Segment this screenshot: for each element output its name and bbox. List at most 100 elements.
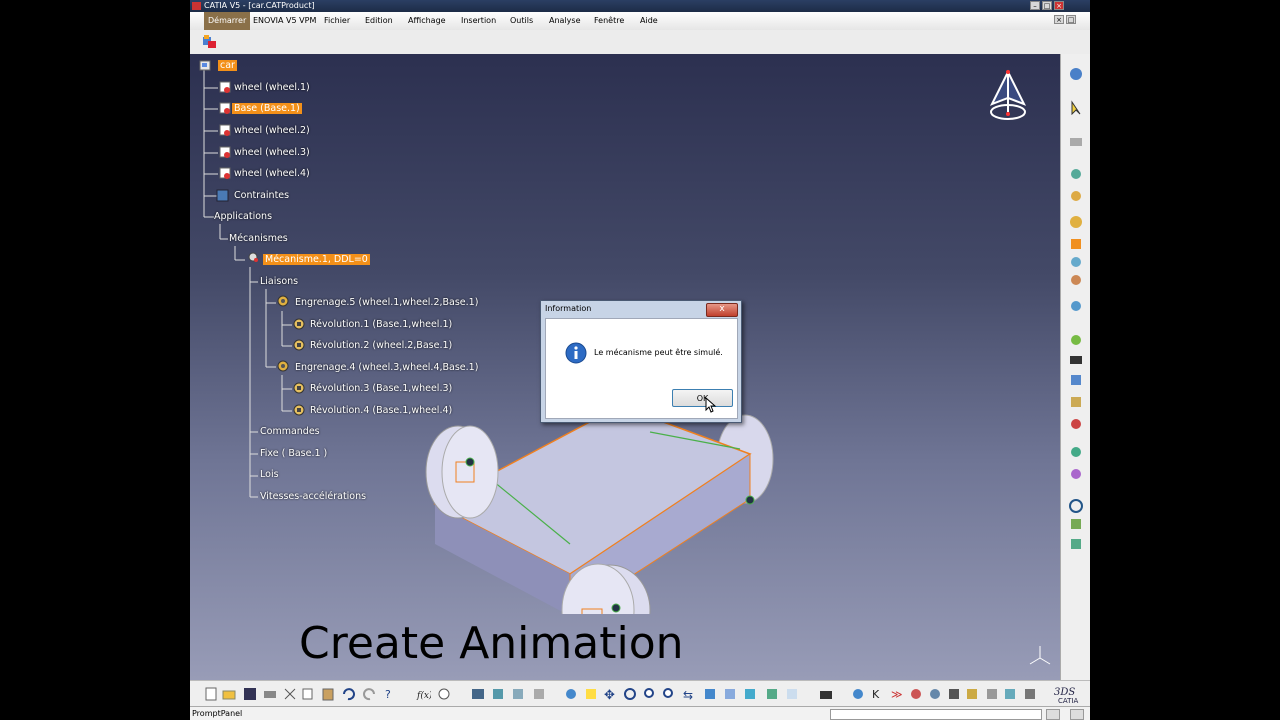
hide-show-icon[interactable] (742, 686, 757, 701)
menu-enovia[interactable]: ENOVIA V5 VPM (253, 12, 316, 30)
tool-icon[interactable] (1068, 166, 1084, 181)
tool-icon[interactable] (784, 686, 799, 701)
tree-item-wheel4[interactable]: wheel (wheel.4) (234, 168, 310, 179)
tool-icon[interactable] (1068, 254, 1084, 269)
constraints-icon (216, 189, 229, 202)
menu-edition[interactable]: Edition (365, 12, 393, 30)
print-icon[interactable] (262, 686, 277, 701)
tool-icon[interactable] (1068, 298, 1084, 313)
tree-item-speeds[interactable]: Vitesses-accélérations (260, 491, 366, 502)
tree-item-applications[interactable]: Applications (214, 211, 272, 222)
tree-item-fixed[interactable]: Fixe ( Base.1 ) (260, 448, 327, 459)
zoom-in-icon[interactable] (642, 686, 657, 701)
fly-icon[interactable] (563, 686, 578, 701)
menu-affichage[interactable]: Affichage (408, 12, 446, 30)
doc-restore-icon[interactable]: □ (1066, 15, 1076, 24)
view-icon[interactable] (722, 686, 737, 701)
swap-icon[interactable] (764, 686, 779, 701)
command-input[interactable] (830, 709, 1042, 720)
view-icon[interactable] (702, 686, 717, 701)
workbench-icon[interactable] (201, 34, 219, 50)
open-folder-icon[interactable] (221, 686, 236, 701)
tool-icon[interactable] (946, 686, 961, 701)
anchor-icon[interactable] (1068, 236, 1084, 251)
menu-analyse[interactable]: Analyse (549, 12, 581, 30)
manipulate-icon[interactable] (850, 686, 865, 701)
tool-icon[interactable] (927, 686, 942, 701)
simulation-icon[interactable] (1068, 352, 1084, 367)
undo-icon[interactable] (340, 686, 355, 701)
minimize-icon[interactable]: – (1030, 1, 1040, 10)
select-arrow-icon[interactable] (1068, 100, 1084, 115)
tree-item-commands[interactable]: Commandes (260, 426, 320, 437)
tool-icon[interactable] (1068, 444, 1084, 459)
zoom-out-icon[interactable] (661, 686, 676, 701)
maximize-icon[interactable]: □ (1042, 1, 1052, 10)
tree-item-wheel3[interactable]: wheel (wheel.3) (234, 147, 310, 158)
doc-close-icon[interactable]: × (1054, 15, 1064, 24)
tool-icon[interactable] (1068, 272, 1084, 287)
tree-item-rev1[interactable]: Révolution.1 (Base.1,wheel.1) (310, 319, 452, 330)
tree-item-rev2[interactable]: Révolution.2 (wheel.2,Base.1) (310, 340, 452, 351)
tree-item-wheel2[interactable]: wheel (wheel.2) (234, 125, 310, 136)
formula-icon[interactable]: f(x) (416, 686, 431, 701)
tool-icon[interactable] (1068, 332, 1084, 347)
tree-item-base[interactable]: Base (Base.1) (232, 103, 302, 114)
status-button[interactable] (1046, 709, 1060, 720)
compass-icon[interactable] (986, 66, 1028, 126)
mechanism-icon[interactable] (1068, 66, 1084, 81)
tree-item-mechanism1[interactable]: Mécanisme.1, DDL=0 (263, 254, 370, 265)
spiral-icon[interactable] (1068, 498, 1084, 513)
tool-icon[interactable] (1068, 516, 1084, 531)
tool-icon[interactable] (908, 686, 923, 701)
table-icon[interactable] (470, 686, 485, 701)
rotate-icon[interactable] (622, 686, 637, 701)
paste-icon[interactable] (320, 686, 335, 701)
tool-icon[interactable]: ≫ (889, 686, 904, 701)
tree-item-car[interactable]: car (218, 60, 237, 71)
tool-icon[interactable] (510, 686, 525, 701)
normal-view-icon[interactable]: ⇆ (681, 686, 696, 701)
menu-fichier[interactable]: Fichier (324, 12, 350, 30)
cut-icon[interactable] (282, 686, 297, 701)
tool-icon[interactable] (1068, 394, 1084, 409)
tree-item-constraints[interactable]: Contraintes (234, 190, 289, 201)
tool-icon[interactable] (984, 686, 999, 701)
fit-all-icon[interactable] (583, 686, 598, 701)
tool-icon[interactable] (1068, 416, 1084, 431)
tool-icon[interactable] (1022, 686, 1037, 701)
menu-insertion[interactable]: Insertion (461, 12, 496, 30)
tool-icon[interactable] (1068, 536, 1084, 551)
ok-button[interactable]: OK (672, 389, 733, 407)
help-icon[interactable]: ? (382, 686, 397, 701)
tool-icon[interactable] (964, 686, 979, 701)
menu-demarrer[interactable]: Démarrer (204, 12, 251, 30)
copy-icon[interactable] (300, 686, 315, 701)
tool-icon[interactable] (1068, 134, 1084, 149)
tool-icon[interactable] (1002, 686, 1017, 701)
save-icon[interactable] (242, 686, 257, 701)
redo-icon[interactable] (362, 686, 377, 701)
new-file-icon[interactable] (203, 686, 218, 701)
dialog-close-button[interactable]: x (706, 303, 738, 317)
close-icon[interactable]: × (1054, 1, 1064, 10)
menu-outils[interactable]: Outils (510, 12, 533, 30)
tool-icon[interactable] (490, 686, 505, 701)
tree-item-laws[interactable]: Lois (260, 469, 279, 480)
tool-icon[interactable] (1068, 188, 1084, 203)
camera-icon[interactable] (818, 686, 833, 701)
tree-item-joints[interactable]: Liaisons (260, 276, 298, 287)
tree-item-wheel1[interactable]: wheel (wheel.1) (234, 82, 310, 93)
menu-aide[interactable]: Aide (640, 12, 658, 30)
comment-icon[interactable] (436, 686, 451, 701)
menu-fenetre[interactable]: Fenêtre (594, 12, 624, 30)
pan-icon[interactable]: ✥ (602, 686, 617, 701)
gear-icon[interactable] (1068, 214, 1084, 229)
tree-item-mechanisms[interactable]: Mécanismes (229, 233, 288, 244)
tool-icon[interactable] (531, 686, 546, 701)
tool-icon[interactable]: K (870, 686, 885, 701)
status-button[interactable] (1070, 709, 1084, 720)
tool-icon[interactable] (1068, 372, 1084, 387)
tool-icon[interactable] (1068, 466, 1084, 481)
tree-item-gear5[interactable]: Engrenage.5 (wheel.1,wheel.2,Base.1) (295, 297, 478, 308)
